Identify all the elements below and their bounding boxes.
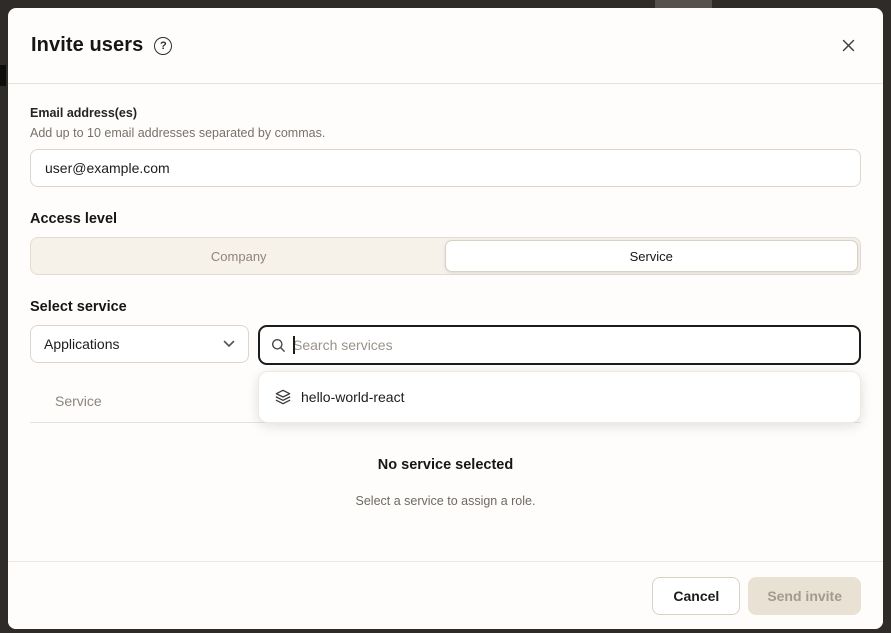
search-result-item[interactable]: hello-world-react [265,378,854,416]
segment-company[interactable]: Company [33,240,445,272]
close-icon [842,39,855,52]
modal-footer: Cancel Send invite [8,561,883,629]
close-button[interactable] [836,34,860,58]
empty-state-subtitle: Select a service to assign a role. [30,494,861,508]
search-icon [271,338,286,353]
cancel-button[interactable]: Cancel [652,577,740,615]
send-invite-button[interactable]: Send invite [748,577,861,615]
service-type-dropdown[interactable]: Applications [30,325,249,363]
background-page-glyph [0,65,6,86]
empty-state-title: No service selected [30,457,861,473]
help-icon[interactable]: ? [154,37,172,55]
search-result-label: hello-world-react [301,389,404,405]
service-type-value: Applications [44,336,120,352]
select-service-label: Select service [30,299,861,315]
access-level-segmented-control: Company Service [30,237,861,275]
service-selector-row: Applications [30,325,861,365]
modal-header: Invite users ? [8,8,883,84]
email-label: Email address(es) [30,106,861,120]
text-caret [293,336,295,354]
chevron-down-icon [223,340,235,348]
search-results-panel: hello-world-react [258,371,861,423]
service-search-box [258,325,861,365]
email-input[interactable] [30,149,861,187]
service-search-input[interactable] [293,337,848,353]
modal-body: Email address(es) Add up to 10 email add… [8,106,883,508]
modal-title: Invite users [31,34,143,57]
access-level-label: Access level [30,211,861,227]
invite-users-modal: Invite users ? Email address(es) Add up … [8,8,883,629]
segment-service[interactable]: Service [445,240,859,272]
email-hint: Add up to 10 email addresses separated b… [30,126,861,140]
layers-icon [275,389,291,405]
